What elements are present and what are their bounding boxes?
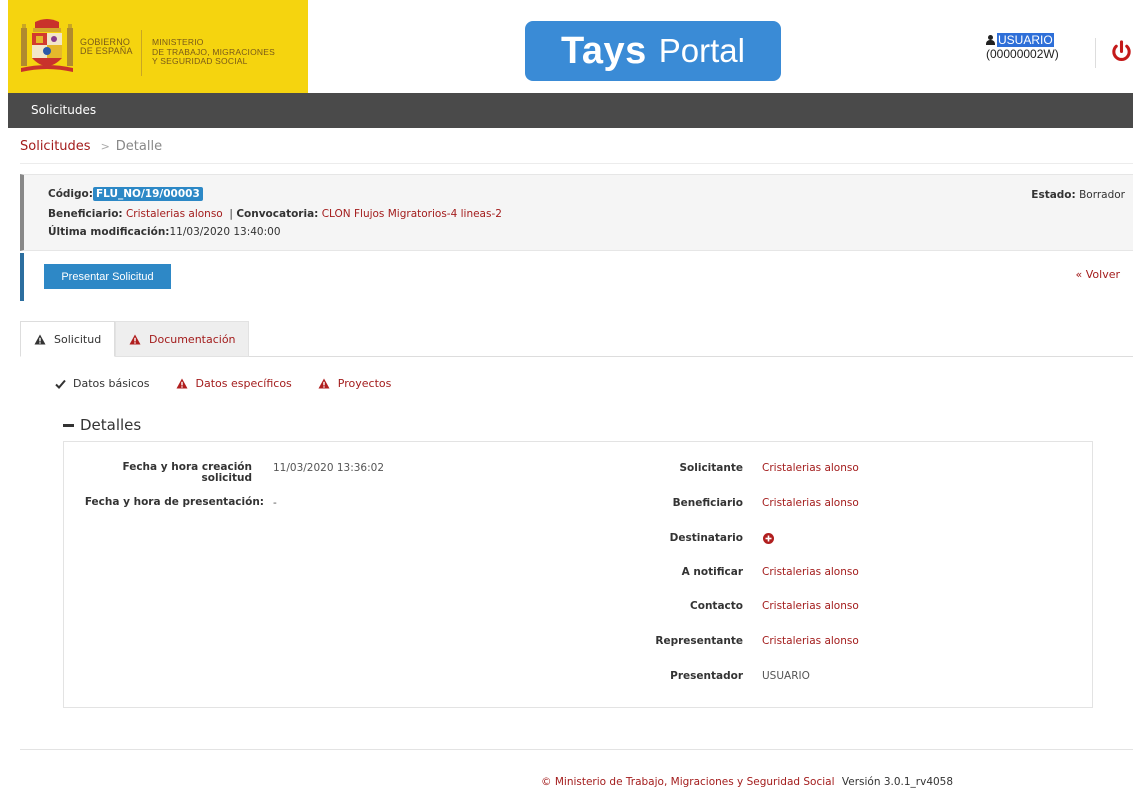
subnav-label-datos-basicos: Datos básicos xyxy=(73,377,150,390)
tab-solicitud-label: Solicitud xyxy=(54,332,102,346)
header-separator xyxy=(1095,38,1096,68)
logo-word-tays: Tays xyxy=(560,29,647,72)
ministry-name-line3: Y SEGURIDAD SOCIAL xyxy=(152,56,248,66)
warning-icon xyxy=(129,334,141,344)
check-icon xyxy=(55,379,66,389)
call-label: Convocatoria: xyxy=(236,208,319,220)
beneficiary-link[interactable]: Cristalerias alonso xyxy=(126,208,223,220)
modified-label: Última modificación: xyxy=(48,226,170,238)
action-bar: Presentar Solicitud « Volver xyxy=(20,253,1133,301)
breadcrumb-divider xyxy=(20,163,1133,164)
breadcrumb: Solicitudes > Detalle xyxy=(20,139,162,154)
request-summary-panel: Código: FLU_NO/19/00003 Beneficiario: Cri… xyxy=(20,174,1133,251)
details-section-toggle[interactable]: Detalles xyxy=(63,416,141,434)
representante-value[interactable]: Cristalerias alonso xyxy=(762,635,859,647)
tabs: Solicitud Documentación xyxy=(20,321,1133,357)
nav-item-solicitudes[interactable]: Solicitudes xyxy=(31,103,96,117)
representante-label: Representante xyxy=(655,635,743,647)
government-name: GOBIERNO DE ESPAÑA xyxy=(80,38,133,56)
creation-date-label-line2: solicitud xyxy=(201,472,253,484)
modified-value: 11/03/2020 13:40:00 xyxy=(169,226,281,238)
beneficiario-label: Beneficiario xyxy=(672,497,743,509)
breadcrumb-current: Detalle xyxy=(115,139,163,154)
user-name[interactable]: USUARIO xyxy=(997,33,1054,47)
status: Estado: Borrador xyxy=(1031,189,1125,201)
details-panel: Fecha y hora creación solicitud 11/03/20… xyxy=(63,441,1093,708)
breadcrumb-link-solicitudes[interactable]: Solicitudes xyxy=(20,139,91,154)
user-icon xyxy=(986,35,996,45)
breadcrumb-separator: > xyxy=(100,140,110,153)
solicitante-value[interactable]: Cristalerias alonso xyxy=(762,462,859,474)
beneficiary-row: Beneficiario: Cristalerias alonso | Conv… xyxy=(48,208,502,220)
ministry-name: MINISTERIO DE TRABAJO, MIGRACIONES Y SEG… xyxy=(152,37,275,67)
details-title: Detalles xyxy=(80,416,142,434)
logo-word-portal: Portal xyxy=(658,32,745,69)
tab-documentacion[interactable]: Documentación xyxy=(115,321,249,357)
presentador-value: USUARIO xyxy=(762,670,810,682)
modified-row: Última modificación:11/03/2020 13:40:00 xyxy=(48,226,281,238)
collapse-icon xyxy=(63,423,74,427)
tab-documentacion-label: Documentación xyxy=(149,332,236,346)
government-logo-block: GOBIERNO DE ESPAÑA MINISTERIO DE TRABAJO… xyxy=(8,0,308,93)
tab-solicitud[interactable]: Solicitud xyxy=(20,321,115,357)
user-id: (00000002W) xyxy=(986,47,1059,61)
creation-date-label: Fecha y hora creación solicitud xyxy=(116,462,252,484)
government-name-line2: DE ESPAÑA xyxy=(80,46,133,56)
code-row: Código: FLU_NO/19/00003 xyxy=(48,187,203,201)
main-nav: Solicitudes xyxy=(8,93,1133,128)
subnav-item-datos-basicos[interactable]: Datos básicos xyxy=(55,377,150,390)
warning-icon xyxy=(34,334,46,344)
subnav-item-datos-especificos[interactable]: Datos específicos xyxy=(176,377,292,390)
status-value: Borrador xyxy=(1079,189,1125,201)
submission-date-label: Fecha y hora de presentación: xyxy=(84,496,264,508)
beneficiario-value[interactable]: Cristalerias alonso xyxy=(762,497,859,509)
a-notificar-value[interactable]: Cristalerias alonso xyxy=(762,566,859,578)
header: GOBIERNO DE ESPAÑA MINISTERIO DE TRABAJO… xyxy=(8,0,1133,93)
footer: © Ministerio de Trabajo, Migraciones y S… xyxy=(541,776,953,788)
warning-icon xyxy=(318,378,330,389)
creation-date-value: 11/03/2020 13:36:02 xyxy=(273,462,385,474)
warning-icon xyxy=(176,378,188,389)
presentador-label: Presentador xyxy=(670,670,743,682)
solicitante-label: Solicitante xyxy=(679,462,743,474)
back-link[interactable]: « Volver xyxy=(1076,268,1120,281)
logo-divider xyxy=(141,30,142,76)
section-subnav: Datos básicos Datos específicos Proyecto… xyxy=(55,377,417,390)
call-link[interactable]: CLON Flujos Migratorios-4 lineas-2 xyxy=(322,208,502,220)
subnav-label-proyectos: Proyectos xyxy=(337,377,392,390)
contacto-value[interactable]: Cristalerias alonso xyxy=(762,600,859,612)
code-badge: FLU_NO/19/00003 xyxy=(92,187,203,201)
footer-divider xyxy=(20,749,1133,750)
add-recipient-icon[interactable] xyxy=(763,533,774,544)
subnav-label-datos-especificos: Datos específicos xyxy=(195,377,292,390)
beneficiary-label: Beneficiario: xyxy=(48,208,123,220)
code-label: Código: xyxy=(48,188,93,200)
footer-version: Versión 3.0.1_rv4058 xyxy=(841,776,954,788)
coat-of-arms-icon xyxy=(21,19,73,72)
contacto-label: Contacto xyxy=(690,600,743,612)
status-label: Estado: xyxy=(1031,189,1076,201)
a-notificar-label: A notificar xyxy=(681,566,743,578)
tays-portal-logo[interactable]: Tays Portal xyxy=(525,21,781,81)
subnav-item-proyectos[interactable]: Proyectos xyxy=(318,377,392,390)
power-icon[interactable] xyxy=(1110,40,1133,63)
submit-request-button[interactable]: Presentar Solicitud xyxy=(44,264,171,289)
footer-copyright[interactable]: © Ministerio de Trabajo, Migraciones y S… xyxy=(541,776,835,788)
submission-date-value: - xyxy=(273,497,277,509)
destinatario-label: Destinatario xyxy=(669,532,743,544)
user-info: USUARIO (00000002W) xyxy=(986,33,1059,61)
info-separator: | xyxy=(229,208,233,220)
